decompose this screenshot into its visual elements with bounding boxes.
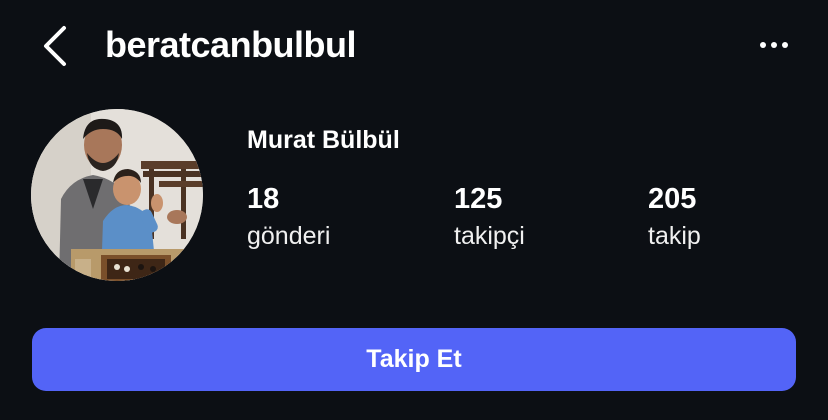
posts-count: 18 bbox=[247, 183, 280, 215]
more-horizontal-icon bbox=[760, 42, 788, 48]
chevron-left-icon bbox=[44, 26, 66, 66]
profile-photo bbox=[31, 109, 203, 281]
display-name: Murat Bülbül bbox=[247, 126, 400, 154]
posts-label: gönderi bbox=[247, 222, 331, 250]
followers-label: takipçi bbox=[454, 222, 525, 250]
follow-button[interactable]: Takip Et bbox=[32, 328, 796, 391]
top-bar: beratcanbulbul bbox=[0, 0, 828, 92]
avatar[interactable] bbox=[31, 109, 203, 281]
more-options-button[interactable] bbox=[754, 30, 794, 60]
followers-count: 125 bbox=[454, 183, 503, 215]
profile-username: beratcanbulbul bbox=[105, 24, 357, 65]
back-button[interactable] bbox=[36, 24, 76, 68]
stat-following[interactable]: 205 takip bbox=[648, 180, 701, 252]
profile-page: beratcanbulbul Murat Bülbül 18 gönderi 1… bbox=[0, 0, 828, 420]
following-count: 205 bbox=[648, 183, 697, 215]
stat-followers[interactable]: 125 takipçi bbox=[454, 180, 525, 252]
stat-posts[interactable]: 18 gönderi bbox=[247, 180, 330, 252]
following-label: takip bbox=[648, 222, 701, 250]
